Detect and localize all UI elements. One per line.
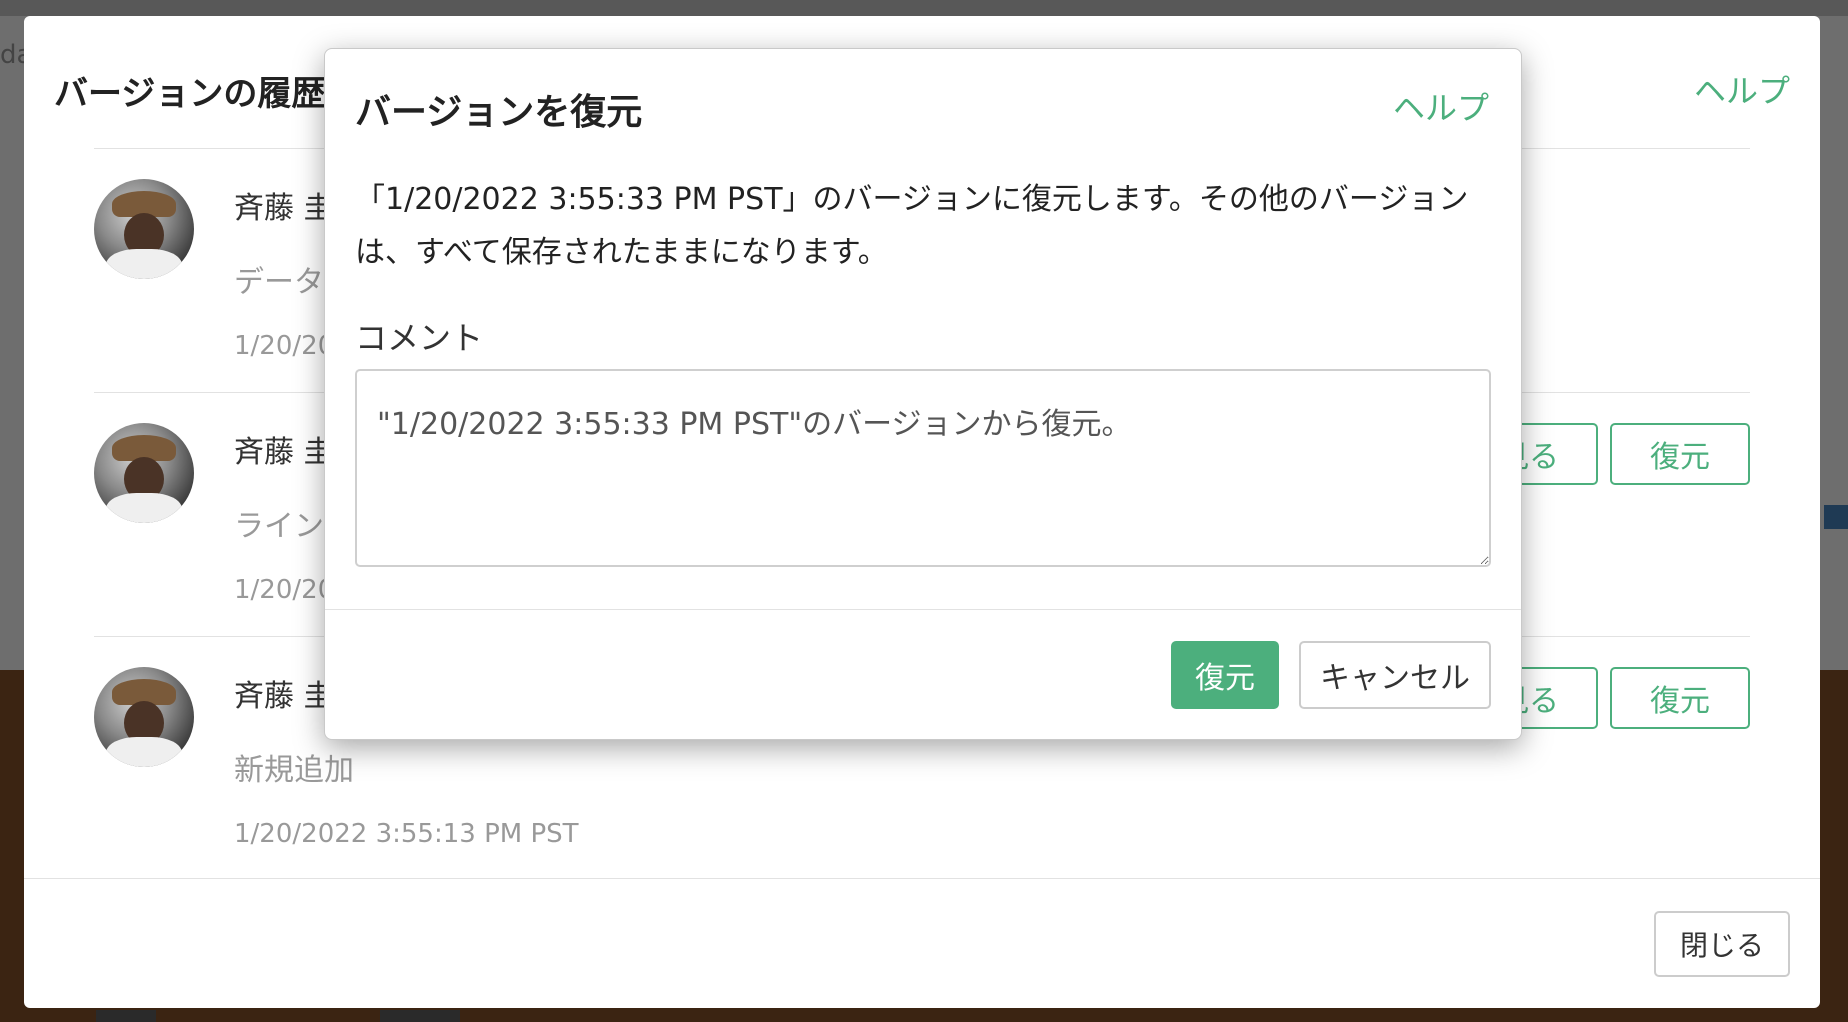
history-title: バージョンの履歴: [54, 74, 326, 114]
cancel-button[interactable]: キャンセル: [1299, 641, 1491, 709]
background-block: [96, 1010, 156, 1022]
restore-version-button[interactable]: 復元: [1610, 423, 1750, 485]
dialog-title: バージョンを復元: [355, 92, 643, 133]
avatar: [94, 179, 194, 279]
restore-message: 「1/20/2022 3:55:33 PM PST」のバージョンに復元します。そ…: [355, 182, 1469, 270]
history-timestamp: 1/20/20: [234, 575, 335, 605]
history-user: 斉藤 圭: [234, 679, 334, 714]
background-accent: [1824, 505, 1848, 529]
comment-label: コメント: [355, 319, 484, 357]
dialog-help-link[interactable]: ヘルプ: [1393, 83, 1489, 129]
history-user: 斉藤 圭: [234, 191, 334, 226]
history-help-link[interactable]: ヘルプ: [1694, 66, 1790, 112]
comment-textarea[interactable]: "1/20/2022 3:55:33 PM PST"のバージョンから復元。: [355, 369, 1491, 567]
history-timestamp: 1/20/20: [234, 331, 335, 361]
restore-version-button[interactable]: 復元: [1610, 667, 1750, 729]
history-timestamp: 1/20/2022 3:55:13 PM PST: [234, 819, 579, 849]
history-footer: 閉じる: [24, 878, 1820, 1008]
avatar: [94, 423, 194, 523]
restore-version-dialog: バージョンを復元 ヘルプ 「1/20/2022 3:55:33 PM PST」の…: [324, 48, 1522, 740]
history-comment: データ: [234, 265, 324, 300]
restore-button[interactable]: 復元: [1171, 641, 1279, 709]
background-toolbar: [0, 0, 1848, 16]
background-block: [380, 1010, 460, 1022]
close-button[interactable]: 閉じる: [1654, 911, 1790, 977]
avatar: [94, 667, 194, 767]
dialog-footer: 復元 キャンセル: [325, 609, 1521, 740]
history-comment: 新規追加: [234, 753, 354, 788]
history-comment: ライン: [234, 509, 324, 544]
history-user: 斉藤 圭: [234, 435, 334, 470]
